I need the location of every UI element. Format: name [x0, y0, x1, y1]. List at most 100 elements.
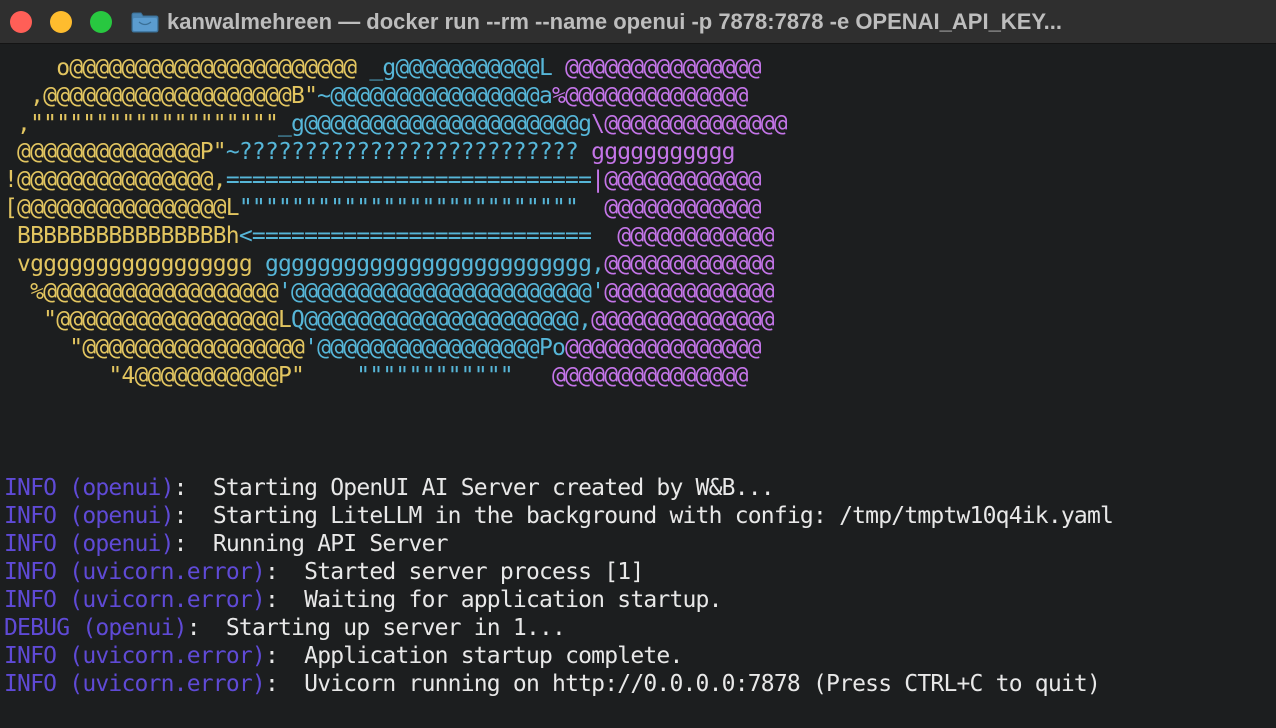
banner-segment: [@@@@@@@@@@@@@@@@L — [4, 195, 240, 221]
banner-line: o@@@@@@@@@@@@@@@@@@@@@@ _g@@@@@@@@@@@L @… — [4, 54, 1272, 82]
log-line: INFO (openui): Starting LiteLLM in the b… — [4, 502, 1272, 530]
log-message: Starting up server in 1... — [225, 615, 566, 641]
log-message: Started server process [1] — [304, 559, 644, 585]
log-source: (uvicorn.error) — [69, 671, 266, 697]
log-level: INFO — [4, 503, 57, 529]
banner-segment: Q@@@@@@@@@@@@@@@@@@@@@, — [291, 307, 592, 333]
log-level: INFO — [4, 671, 57, 697]
banner-segment: @@@@@@@@@@@@@ — [604, 279, 774, 305]
banner-line: %@@@@@@@@@@@@@@@@@@'@@@@@@@@@@@@@@@@@@@@… — [4, 278, 1272, 306]
banner-line: [@@@@@@@@@@@@@@@@L""""""""""""""""""""""… — [4, 194, 1272, 222]
banner-segment: %@@@@@@@@@@@@@@@@@@ — [4, 279, 279, 305]
banner-segment: ============================ — [225, 167, 592, 193]
banner-segment: @@@@@@@@@@@@@@ — [591, 307, 774, 333]
log-separator: : — [173, 475, 213, 501]
banner-segment: %@@@@@@@@@@@@@@ — [552, 83, 749, 109]
banner-line: !@@@@@@@@@@@@@@@,=======================… — [4, 166, 1272, 194]
log-message: Uvicorn running on http://0.0.0.0:7878 (… — [304, 671, 1101, 697]
banner-segment: @@@@@@@@@@@@ — [604, 223, 774, 249]
log-source: (openui) — [69, 475, 174, 501]
banner-segment: @@@@@@@@@@@@@@@ — [565, 55, 762, 81]
log-level: INFO — [4, 559, 57, 585]
banner-segment: <========================== — [238, 223, 605, 249]
log-message: Running API Server — [212, 531, 449, 557]
log-line: INFO (uvicorn.error): Application startu… — [4, 642, 1272, 670]
banner-segment: ggggggggggggggggggggggggg, — [264, 251, 605, 277]
banner-segment: ~@@@@@@@@@@@@@@@@a — [317, 83, 553, 109]
log-source: (openui) — [69, 531, 174, 557]
log-message: Starting OpenUI AI Server created by W&B… — [212, 475, 775, 501]
banner-segment: """""""""""" — [356, 363, 552, 389]
banner-segment: @@@@@@@@@@@@@@@ — [552, 363, 749, 389]
banner-line: ,@@@@@@@@@@@@@@@@@@@B"~@@@@@@@@@@@@@@@@a… — [4, 82, 1272, 110]
log-message: Waiting for application startup. — [304, 587, 722, 613]
log-level: INFO — [4, 475, 57, 501]
banner-segment: ,""""""""""""""""""" — [4, 111, 279, 137]
banner-segment: o@@@@@@@@@@@@@@@@@@@@@@ — [4, 55, 370, 81]
banner-segment: ggggggggggg — [591, 139, 735, 165]
folder-icon — [131, 12, 159, 33]
banner-segment: _g@@@@@@@@@@@L — [369, 55, 566, 81]
banner-segment: @@@@@@@@@@@@@@P" — [4, 139, 227, 165]
close-window-button[interactable] — [10, 11, 32, 33]
terminal-output[interactable]: o@@@@@@@@@@@@@@@@@@@@@@ _g@@@@@@@@@@@L @… — [4, 54, 1272, 724]
log-source: (openui) — [82, 615, 187, 641]
ascii-banner: o@@@@@@@@@@@@@@@@@@@@@@ _g@@@@@@@@@@@L @… — [4, 54, 1272, 390]
log-separator: : — [264, 587, 305, 613]
log-source: (openui) — [69, 503, 174, 529]
banner-line: BBBBBBBBBBBBBBBBh<======================… — [4, 222, 1272, 250]
banner-segment: _g@@@@@@@@@@@@@@@@@@@@@g — [278, 111, 592, 137]
log-separator: : — [264, 671, 305, 697]
banner-line: "@@@@@@@@@@@@@@@@@'@@@@@@@@@@@@@@@@@Po@@… — [4, 334, 1272, 362]
log-separator: : — [264, 643, 305, 669]
banner-segment: ,@@@@@@@@@@@@@@@@@@@B" — [4, 83, 318, 109]
terminal-window: kanwalmehreen — docker run --rm --name o… — [0, 0, 1276, 728]
log-line: INFO (uvicorn.error): Uvicorn running on… — [4, 670, 1272, 698]
banner-segment: BBBBBBBBBBBBBBBBh — [4, 223, 240, 249]
log-separator: : — [173, 503, 213, 529]
banner-line: vggggggggggggggggg ggggggggggggggggggggg… — [4, 250, 1272, 278]
minimize-window-button[interactable] — [50, 11, 72, 33]
log-line: INFO (openui): Running API Server — [4, 530, 1272, 558]
log-source: (uvicorn.error) — [69, 587, 266, 613]
banner-line: "4@@@@@@@@@@@P" """""""""""" @@@@@@@@@@@… — [4, 362, 1272, 390]
banner-segment: """""""""""""""""""""""""" — [238, 195, 592, 221]
banner-segment: @@@@@@@@@@@@ — [591, 195, 761, 221]
log-separator: : — [186, 615, 226, 641]
log-output: INFO (openui): Starting OpenUI AI Server… — [4, 474, 1272, 698]
log-line: INFO (uvicorn.error): Waiting for applic… — [4, 586, 1272, 614]
log-line: INFO (openui): Starting OpenUI AI Server… — [4, 474, 1272, 502]
log-level: INFO — [4, 643, 57, 669]
banner-segment: @@@@@@@@@@@@@@@ — [565, 335, 762, 361]
log-source: (uvicorn.error) — [69, 643, 266, 669]
window-title: kanwalmehreen — docker run --rm --name o… — [167, 9, 1062, 34]
banner-segment: ~?????????????????????????? — [225, 139, 592, 165]
log-level: DEBUG — [4, 615, 70, 641]
log-level: INFO — [4, 587, 57, 613]
banner-segment: vggggggggggggggggg — [4, 251, 265, 277]
prompt-line — [4, 698, 1272, 726]
log-separator: : — [173, 531, 213, 557]
title-bar: kanwalmehreen — docker run --rm --name o… — [0, 0, 1276, 44]
banner-line: ,"""""""""""""""""""_g@@@@@@@@@@@@@@@@@@… — [4, 110, 1272, 138]
banner-line: "@@@@@@@@@@@@@@@@@LQ@@@@@@@@@@@@@@@@@@@@… — [4, 306, 1272, 334]
log-message: Starting LiteLLM in the background with … — [212, 503, 1114, 529]
banner-segment: "@@@@@@@@@@@@@@@@@L — [4, 307, 292, 333]
banner-segment: "@@@@@@@@@@@@@@@@@ — [4, 335, 305, 361]
log-line: DEBUG (openui): Starting up server in 1.… — [4, 614, 1272, 642]
log-source: (uvicorn.error) — [69, 559, 266, 585]
banner-segment: "4@@@@@@@@@@@P" — [4, 363, 357, 389]
banner-line: @@@@@@@@@@@@@@P"~???????????????????????… — [4, 138, 1272, 166]
log-separator: : — [264, 559, 305, 585]
banner-segment: |@@@@@@@@@@@@ — [591, 167, 761, 193]
banner-segment: @@@@@@@@@@@@@ — [604, 251, 774, 277]
banner-segment: !@@@@@@@@@@@@@@@, — [4, 167, 227, 193]
banner-segment: '@@@@@@@@@@@@@@@@@Po — [304, 335, 566, 361]
log-line: INFO (uvicorn.error): Started server pro… — [4, 558, 1272, 586]
log-level: INFO — [4, 531, 57, 557]
zoom-window-button[interactable] — [90, 11, 112, 33]
log-message: Application startup complete. — [304, 643, 683, 669]
